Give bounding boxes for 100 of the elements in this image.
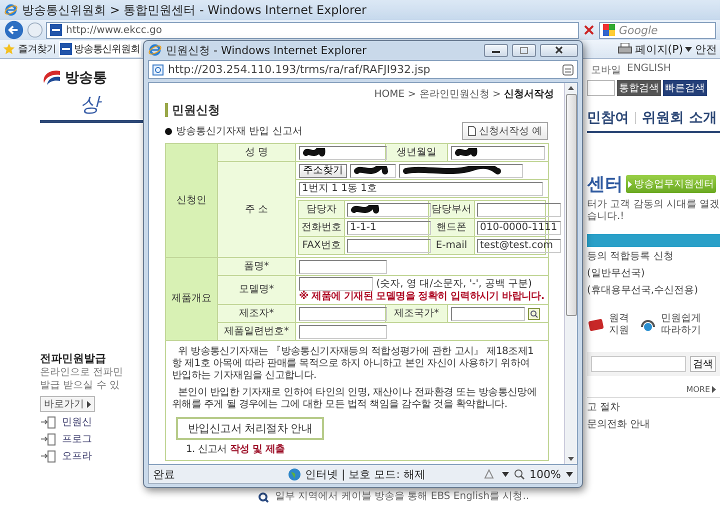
zoom-level[interactable]: 100%: [530, 468, 561, 480]
field-label: 모델명*: [218, 276, 296, 304]
example-button[interactable]: 신청서작성 예: [462, 122, 548, 140]
field-label: 제조국가*: [386, 304, 448, 322]
maximize-icon: [520, 46, 528, 54]
warning-text: ※ 제품에 기재된 모델명을 정확히 입력하시기 바랍니다.: [299, 291, 545, 303]
zoom-icon[interactable]: [514, 468, 525, 480]
quick-link[interactable]: 민원쉽게 따라하기: [661, 313, 705, 337]
input-field[interactable]: 1-1-1: [347, 220, 431, 234]
back-icon[interactable]: [4, 20, 24, 40]
stop-icon[interactable]: [582, 23, 596, 37]
input-field[interactable]: [451, 146, 545, 160]
input-field[interactable]: [299, 324, 387, 338]
print-icon[interactable]: [618, 43, 632, 55]
list-item[interactable]: (일반무선국): [587, 267, 720, 281]
input-field[interactable]: [477, 202, 561, 216]
favorites-button[interactable]: 즐겨찾기: [18, 42, 56, 56]
section-text: 발급 받으실 수 있: [40, 379, 121, 392]
redaction-mark: [353, 166, 390, 176]
input-field[interactable]: [299, 277, 373, 291]
bullet-icon: [165, 128, 172, 134]
caret-icon[interactable]: [502, 472, 509, 476]
redaction-mark: [350, 204, 380, 214]
field-label: 핸드폰: [428, 218, 474, 236]
hero-text: 터가 고객 감동의 시대를 열겠습니다.!: [587, 199, 720, 223]
search-field[interactable]: Google: [599, 22, 716, 38]
input-field[interactable]: [347, 238, 431, 252]
search-button[interactable]: 빠른검색: [663, 80, 707, 96]
input-field[interactable]: [299, 146, 387, 160]
more-link[interactable]: MORE: [686, 385, 710, 394]
list-item[interactable]: (휴대용무선국,수신전용): [587, 284, 720, 298]
close-button[interactable]: [540, 44, 578, 56]
address-search-button[interactable]: 주소찾기: [299, 164, 347, 178]
procedure-heading: 반입신고서 처리절차 안내: [176, 417, 324, 440]
scrollbar[interactable]: [564, 83, 577, 464]
nav-link[interactable]: 민참여: [587, 109, 629, 127]
input-field[interactable]: [399, 164, 524, 178]
quick-link[interactable]: 원격 지원: [609, 313, 635, 337]
faq-search-field[interactable]: [591, 356, 686, 372]
field-label: 제조자*: [218, 304, 296, 322]
redaction-mark: [302, 148, 326, 158]
row-header: 신청인: [166, 144, 218, 258]
search-button[interactable]: 통합검색: [617, 80, 661, 96]
status-text: 완료: [153, 466, 176, 482]
notice-link[interactable]: 일부 지역에서 케이블 방송을 통해 EBS English를 시청..: [275, 491, 530, 503]
list-item[interactable]: 등의 적합등록 신청: [587, 250, 720, 264]
document-arrow-icon: [40, 416, 56, 428]
search-icon[interactable]: [528, 308, 540, 320]
compatibility-icon[interactable]: [562, 64, 574, 76]
address-field[interactable]: http://www.ekcc.go: [46, 22, 579, 38]
input-field[interactable]: [347, 202, 431, 216]
address-field[interactable]: http://203.254.110.193/trms/ra/raf/RAFJI932.jsp: [148, 60, 578, 79]
nav-link[interactable]: 위원회 소개: [642, 109, 717, 127]
top-link[interactable]: ENGLISH: [627, 63, 671, 77]
search-engine-icon: [603, 24, 615, 36]
notice-link[interactable]: 고 절차: [587, 401, 720, 415]
section-text: 온라인으로 전파민: [40, 366, 124, 379]
document-arrow-icon: [40, 432, 56, 446]
search-button[interactable]: 검색: [690, 356, 716, 372]
top-link[interactable]: 모바일: [591, 63, 621, 77]
caret-icon[interactable]: [685, 46, 692, 52]
search-icon: [258, 492, 269, 502]
page-heading: 민원신청: [165, 103, 556, 117]
site-search-field[interactable]: [587, 80, 615, 96]
close-icon: [555, 46, 563, 54]
field-label: 품명*: [218, 258, 296, 276]
minimize-button[interactable]: [484, 44, 508, 56]
row-header: 제품개요: [166, 258, 218, 340]
safety-menu[interactable]: 안전: [695, 42, 717, 56]
redaction-mark: [454, 148, 478, 158]
input-field[interactable]: [350, 164, 396, 178]
input-field[interactable]: 1번지 1 1동 1호: [299, 182, 543, 196]
input-field[interactable]: 010-0000-1111: [477, 220, 561, 234]
service-link[interactable]: 오프라: [62, 449, 92, 463]
service-link[interactable]: 프로그: [62, 432, 92, 446]
input-field[interactable]: [299, 306, 387, 320]
service-link[interactable]: 민원신: [62, 415, 92, 429]
field-label: FAX번호: [298, 236, 344, 254]
field-label: 주 소: [218, 162, 296, 258]
field-label: 담당자: [298, 200, 344, 218]
input-field[interactable]: [299, 260, 387, 274]
star-icon[interactable]: [3, 43, 15, 55]
field-hint: (숫자, 영 대/소문자, '-', 공백 구분): [376, 278, 532, 290]
input-field[interactable]: test@test.com: [477, 238, 561, 252]
page-menu[interactable]: 페이지(P): [634, 42, 683, 56]
shortcut-button[interactable]: 바로가기: [40, 396, 95, 412]
notice-link[interactable]: 문의전화 안내: [587, 418, 720, 432]
procedure-step: 1. 신고서 작성 및 제출: [186, 444, 542, 456]
caret-icon: [87, 400, 91, 408]
caret-icon: [712, 386, 716, 393]
input-field[interactable]: [451, 306, 525, 320]
window-title: 민원신청 - Windows Internet Explorer: [166, 42, 368, 58]
security-zone-text: 인터넷 | 보호 모드: 해제: [305, 466, 426, 482]
headset-icon: [639, 317, 657, 333]
browser-tab[interactable]: 방송통신위원회: [59, 41, 141, 57]
browser-logo-icon: [4, 3, 18, 17]
section-title: 전파민원발급: [40, 351, 107, 366]
globe-icon: [288, 468, 301, 480]
caret-icon[interactable]: [566, 472, 573, 476]
browser-logo-icon: [148, 43, 162, 57]
